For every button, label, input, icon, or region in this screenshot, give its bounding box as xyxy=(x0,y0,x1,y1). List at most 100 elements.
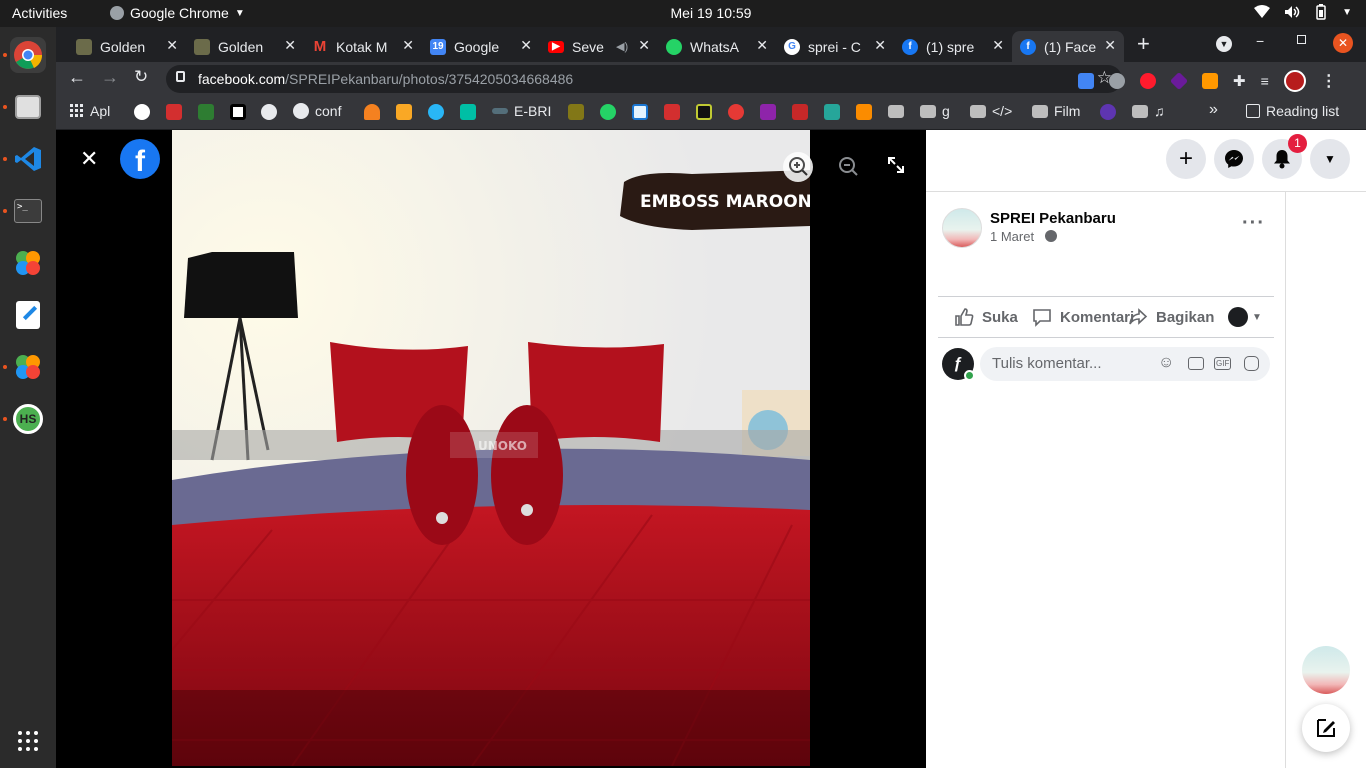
new-tab-plus-icon[interactable]: + xyxy=(1137,31,1150,57)
address-bar[interactable]: facebook.com/SPREIPekanbaru/photos/37542… xyxy=(166,65,1122,93)
close-tab-icon[interactable]: ✕ xyxy=(638,37,650,54)
hs-app-dock-icon[interactable]: HS xyxy=(10,401,46,437)
reading-list-button[interactable]: Reading list xyxy=(1246,103,1339,119)
bookmark-icon[interactable] xyxy=(824,104,840,120)
reload-icon[interactable]: ↻ xyxy=(134,67,148,87)
cloud-download-icon[interactable] xyxy=(428,104,444,120)
gem-extension-icon[interactable] xyxy=(1169,71,1189,91)
bookmark-icon[interactable] xyxy=(856,104,872,120)
account-menu-chevron-icon[interactable]: ▼ xyxy=(1310,139,1350,179)
share-button[interactable]: Bagikan xyxy=(1128,307,1214,327)
post-options-more-icon[interactable]: ··· xyxy=(1242,212,1265,235)
clover-app-dock-icon[interactable] xyxy=(10,245,46,281)
new-message-compose-button[interactable] xyxy=(1302,704,1350,752)
profile-avatar[interactable] xyxy=(1283,70,1306,92)
film-folder-bookmark[interactable]: Film xyxy=(1032,103,1080,119)
cloudflare-icon[interactable] xyxy=(364,104,380,120)
orange-extension-icon[interactable] xyxy=(1202,73,1218,89)
music-folder-bookmark[interactable]: ♫ xyxy=(1132,103,1165,119)
page-avatar[interactable] xyxy=(942,208,982,248)
pma-icon[interactable] xyxy=(396,104,412,120)
browser-tab[interactable]: f (1) spre ✕ xyxy=(894,31,1012,62)
close-tab-icon[interactable]: ✕ xyxy=(1104,37,1116,54)
browser-tab[interactable]: ▶ Seve ◀) ✕ xyxy=(540,31,658,62)
bookmark-icon[interactable] xyxy=(568,104,584,120)
chat-contact-avatar[interactable] xyxy=(1302,646,1350,694)
bookmark-icon[interactable] xyxy=(460,104,476,120)
gif-icon[interactable]: GIF xyxy=(1214,357,1232,370)
zoom-in-icon[interactable] xyxy=(783,152,813,182)
bookmark-icon[interactable] xyxy=(632,104,648,120)
create-plus-icon[interactable]: + xyxy=(1166,139,1206,179)
post-date[interactable]: 1 Maret xyxy=(990,229,1034,244)
choose-identity-button[interactable]: ▼ xyxy=(1228,307,1262,327)
zoom-out-icon[interactable] xyxy=(834,152,864,187)
browser-tab[interactable]: Golden ✕ xyxy=(186,31,304,62)
bookmark-icon[interactable] xyxy=(760,104,776,120)
maximize-window-icon[interactable] xyxy=(1297,35,1306,44)
google-bookmark-icon[interactable] xyxy=(134,104,150,120)
close-window-icon[interactable]: ✕ xyxy=(1333,33,1353,53)
g-folder-bookmark[interactable]: g xyxy=(920,103,950,119)
opera-extension-icon[interactable] xyxy=(1140,73,1156,89)
bookmark-icon[interactable] xyxy=(728,104,744,120)
apps-bookmark[interactable]: Apl xyxy=(70,103,110,119)
translate-extension-icon[interactable] xyxy=(1078,73,1094,89)
puzzle-extensions-icon[interactable]: ✚ xyxy=(1233,72,1246,90)
youtube-icon: ▶ xyxy=(548,40,564,53)
browser-tab-active[interactable]: f (1) Face ✕ xyxy=(1012,31,1124,62)
close-viewer-icon[interactable]: ✕ xyxy=(80,146,98,172)
sticker-icon[interactable] xyxy=(1244,356,1259,371)
clock[interactable]: Mei 19 10:59 xyxy=(0,5,1366,21)
netflix-icon[interactable] xyxy=(792,104,808,120)
more-bookmarks-chevron-icon[interactable]: » xyxy=(1209,101,1218,119)
close-tab-icon[interactable]: ✕ xyxy=(874,37,886,54)
minimize-window-icon[interactable]: − xyxy=(1256,33,1264,49)
bookmark-icon[interactable] xyxy=(166,104,182,120)
terminal-dock-icon[interactable]: >_ xyxy=(10,193,46,229)
bookmark-icon[interactable] xyxy=(664,104,680,120)
ebri-bookmark[interactable]: E-BRI xyxy=(492,103,551,119)
bookmark-icon[interactable] xyxy=(1100,104,1116,120)
close-tab-icon[interactable]: ✕ xyxy=(992,37,1004,54)
close-tab-icon[interactable]: ✕ xyxy=(520,37,532,54)
browser-tab[interactable]: Golden ✕ xyxy=(68,31,186,62)
browser-tab[interactable]: 19 Google ✕ xyxy=(422,31,540,62)
chrome-dock-icon[interactable] xyxy=(10,37,46,73)
back-arrow-icon[interactable]: ← xyxy=(68,67,86,88)
emoji-icon[interactable]: ☺ xyxy=(1158,354,1174,372)
messenger-icon[interactable] xyxy=(1214,139,1254,179)
bookmark-icon[interactable] xyxy=(198,104,214,120)
close-tab-icon[interactable]: ✕ xyxy=(756,37,768,54)
bookmark-icon[interactable] xyxy=(696,104,712,120)
camera-icon[interactable] xyxy=(1188,357,1204,370)
folder-icon[interactable] xyxy=(888,105,904,118)
globe-extension-icon[interactable] xyxy=(1109,73,1125,89)
forward-arrow-icon[interactable]: → xyxy=(101,67,119,88)
bookmark-icon[interactable] xyxy=(230,104,246,120)
close-tab-icon[interactable]: ✕ xyxy=(166,37,178,54)
show-applications-grid-icon[interactable] xyxy=(10,723,46,759)
conf-bookmark[interactable]: conf xyxy=(293,103,341,119)
browser-tab[interactable]: M Kotak M ✕ xyxy=(304,31,422,62)
github-icon[interactable] xyxy=(261,104,277,120)
comment-input[interactable]: Tulis komentar... ☺ GIF xyxy=(980,347,1270,381)
clover-app-2-dock-icon[interactable] xyxy=(10,349,46,385)
whatsapp-icon[interactable] xyxy=(600,104,616,120)
like-button[interactable]: Suka xyxy=(954,307,1018,327)
tab-search-icon[interactable]: ▼ xyxy=(1216,36,1232,52)
close-tab-icon[interactable]: ✕ xyxy=(284,37,296,54)
facebook-logo-icon[interactable]: f xyxy=(120,139,160,179)
fullscreen-icon[interactable] xyxy=(883,152,909,183)
system-tray[interactable]: ▼ xyxy=(1254,4,1352,20)
vscode-dock-icon[interactable] xyxy=(10,141,46,177)
files-dock-icon[interactable] xyxy=(10,89,46,125)
chrome-menu-kebab-icon[interactable]: ⋮ xyxy=(1321,71,1337,91)
media-queue-icon[interactable]: ≡ xyxy=(1261,73,1269,89)
browser-tab[interactable]: WhatsA ✕ xyxy=(658,31,776,62)
text-editor-dock-icon[interactable] xyxy=(10,297,46,333)
close-tab-icon[interactable]: ✕ xyxy=(402,37,414,54)
browser-tab[interactable]: G sprei - C ✕ xyxy=(776,31,894,62)
code-folder-bookmark[interactable]: </> xyxy=(970,103,1012,119)
page-name-link[interactable]: SPREI Pekanbaru xyxy=(990,210,1116,227)
